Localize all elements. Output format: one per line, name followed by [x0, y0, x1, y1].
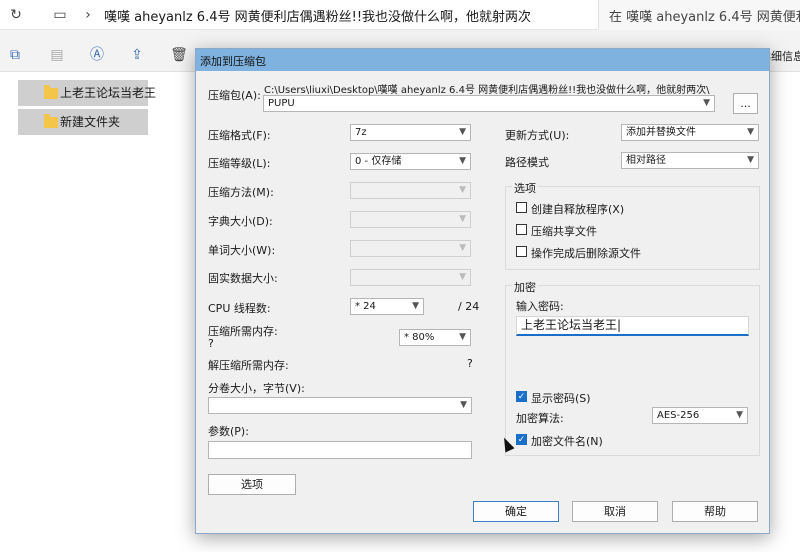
dict-label: 字典大小(D): — [208, 215, 273, 228]
mem-comp-combo[interactable]: * 80% ▼ — [399, 329, 471, 346]
delete-source-checkbox[interactable] — [516, 246, 527, 257]
method-combo[interactable]: ▼ — [350, 182, 471, 199]
archive-label: 压缩包(A): — [208, 89, 261, 102]
word-label: 单词大小(W): — [208, 244, 276, 257]
add-to-archive-dialog: 添加到压缩包 压缩包(A): C:\Users\liuxi\Desktop\嘆嘆… — [195, 48, 770, 534]
password-label: 输入密码: — [516, 300, 564, 313]
encryption-group-title: 加密 — [512, 279, 538, 295]
file-name: 上老王论坛当老王 — [60, 86, 157, 100]
update-combo[interactable]: 添加并替换文件 ▼ — [621, 124, 759, 141]
solid-combo[interactable]: ▼ — [350, 269, 471, 286]
dict-combo[interactable]: ▼ — [350, 211, 471, 228]
level-label: 压缩等级(L): — [208, 157, 271, 170]
dialog-title-bar[interactable]: 添加到压缩包 — [196, 49, 769, 71]
mem-comp-unknown: ? — [208, 337, 214, 350]
delete-icon[interactable]: 🗑 — [170, 46, 188, 64]
file-name: 新建文件夹 — [60, 115, 121, 129]
method-label: 压缩方法(M): — [208, 186, 274, 199]
shared-label[interactable]: 压缩共享文件 — [531, 223, 597, 239]
chevron-down-icon: ▼ — [459, 243, 466, 253]
share-icon[interactable]: ⇪ — [128, 46, 146, 64]
chevron-right-icon[interactable]: › — [80, 7, 96, 23]
explorer-address-bar: ↻ ▭ › 嘆嘆 aheyanlz 6.4号 网黄便利店偶遇粉丝!!我也没做什么… — [0, 0, 800, 30]
format-value: 7z — [355, 127, 367, 138]
archive-path: C:\Users\liuxi\Desktop\嘆嘆 aheyanlz 6.4号 … — [264, 85, 710, 96]
chevron-down-icon: ▼ — [459, 332, 466, 342]
paste-icon[interactable]: ▤ — [48, 46, 66, 64]
chevron-down-icon: ▼ — [747, 127, 754, 137]
sfx-label[interactable]: 创建自释放程序(X) — [531, 201, 624, 217]
mem-decomp-label: 解压缩所需内存: — [208, 359, 289, 372]
enc-method-combo[interactable]: AES-256 ▼ — [652, 407, 748, 424]
update-label: 更新方式(U): — [505, 129, 570, 142]
address-path[interactable]: 嘆嘆 aheyanlz 6.4号 网黄便利店偶遇粉丝!!我也没做什么啊，他就射两… — [104, 6, 531, 25]
encrypt-names-checkbox[interactable]: ✓ — [516, 434, 527, 445]
password-input[interactable]: 上老王论坛当老王| — [516, 316, 749, 336]
options-button[interactable]: 选项 — [208, 474, 296, 495]
enc-method-label: 加密算法: — [516, 412, 564, 425]
chevron-down-icon: ▼ — [703, 98, 710, 108]
path-mode-combo[interactable]: 相对路径 ▼ — [621, 152, 759, 169]
format-label: 压缩格式(F): — [208, 129, 271, 142]
cancel-button[interactable]: 取消 — [572, 501, 658, 522]
chevron-down-icon: ▼ — [459, 272, 466, 282]
solid-label: 固实数据大小: — [208, 272, 278, 285]
options-group-title: 选项 — [512, 180, 538, 196]
rename-icon[interactable]: Ⓐ — [88, 46, 106, 64]
split-combo[interactable]: ▼ — [208, 397, 472, 414]
chevron-down-icon: ▼ — [459, 185, 466, 195]
cpu-combo[interactable]: * 24 ▼ — [350, 298, 424, 315]
chevron-down-icon: ▼ — [460, 400, 467, 410]
mem-comp-value: * 80% — [404, 332, 435, 343]
show-password-label[interactable]: 显示密码(S) — [531, 390, 591, 406]
chevron-down-icon: ▼ — [459, 214, 466, 224]
folder-icon — [44, 85, 58, 99]
cpu-label: CPU 线程数: — [208, 302, 271, 315]
chevron-down-icon: ▼ — [459, 156, 466, 166]
path-mode-value: 相对路径 — [626, 155, 666, 166]
computer-icon[interactable]: ▭ — [52, 7, 68, 23]
path-mode-label: 路径模式 — [505, 156, 549, 169]
browse-button[interactable]: ... — [733, 93, 758, 114]
word-combo[interactable]: ▼ — [350, 240, 471, 257]
archive-name-combo[interactable]: PUPU ▼ — [263, 95, 715, 112]
cpu-value: * 24 — [355, 301, 376, 312]
chevron-down-icon: ▼ — [747, 155, 754, 165]
level-combo[interactable]: 0 - 仅存储 ▼ — [350, 153, 471, 170]
archive-name-value: PUPU — [268, 98, 295, 109]
params-label: 参数(P): — [208, 425, 249, 438]
refresh-icon[interactable]: ↻ — [8, 7, 24, 23]
cpu-total: / 24 — [458, 300, 480, 313]
show-password-checkbox[interactable]: ✓ — [516, 391, 527, 402]
level-value: 0 - 仅存储 — [355, 156, 402, 167]
dialog-title: 添加到压缩包 — [200, 55, 266, 68]
folder-icon — [44, 114, 58, 128]
params-input[interactable] — [208, 441, 472, 459]
split-label: 分卷大小，字节(V): — [208, 382, 305, 395]
mem-comp-label: 压缩所需内存: — [208, 325, 278, 338]
chevron-down-icon: ▼ — [412, 301, 419, 311]
delete-source-label[interactable]: 操作完成后删除源文件 — [531, 245, 641, 261]
search-text: 在 嘆嘆 aheyanlz 6.4号 网黄便利 — [609, 10, 800, 25]
update-value: 添加并替换文件 — [626, 127, 696, 138]
help-button[interactable]: 帮助 — [672, 501, 758, 522]
chevron-down-icon: ▼ — [736, 410, 743, 420]
chevron-down-icon: ▼ — [459, 127, 466, 137]
copy-icon[interactable]: ⧉ — [6, 46, 24, 64]
list-item[interactable]: 新建文件夹 — [18, 109, 148, 135]
encrypt-names-label[interactable]: 加密文件名(N) — [531, 433, 603, 449]
mem-decomp-unknown: ? — [467, 357, 473, 370]
format-combo[interactable]: 7z ▼ — [350, 124, 471, 141]
sfx-checkbox[interactable] — [516, 202, 527, 213]
shared-checkbox[interactable] — [516, 224, 527, 235]
enc-method-value: AES-256 — [657, 410, 700, 421]
list-item[interactable]: 上老王论坛当老王 — [18, 80, 156, 106]
search-box[interactable]: 在 嘆嘆 aheyanlz 6.4号 网黄便利 — [598, 0, 800, 30]
ok-button[interactable]: 确定 — [473, 501, 559, 522]
